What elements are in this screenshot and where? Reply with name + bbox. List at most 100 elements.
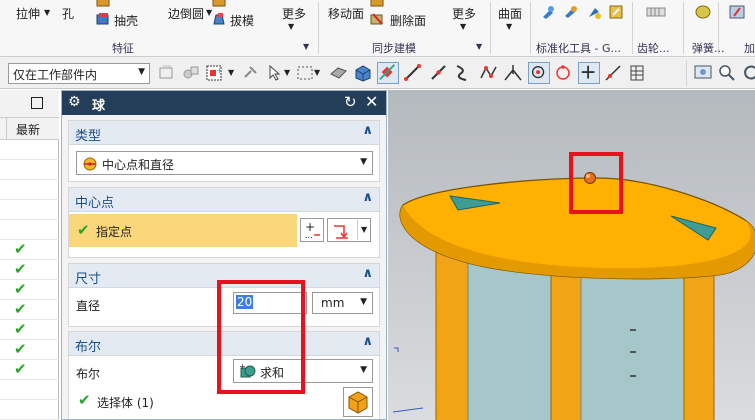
point-on-face-icon[interactable] <box>626 62 648 84</box>
addon-icon[interactable] <box>728 4 746 20</box>
point-type-dropdown[interactable]: ▼ <box>327 218 371 242</box>
table-row[interactable]: ✔ <box>0 260 59 280</box>
weld-icon[interactable] <box>586 4 602 20</box>
fastener-icon[interactable] <box>540 4 556 20</box>
delete-face-icon[interactable] <box>370 12 384 26</box>
select-body-button[interactable] <box>343 387 373 417</box>
surface-button[interactable]: 曲面 <box>498 5 522 22</box>
specify-point-row[interactable]: ✔ 指定点 <box>69 214 297 247</box>
curve-point-icon[interactable] <box>452 62 474 84</box>
rectangle-select-icon[interactable] <box>294 62 316 84</box>
center-section-title: 中心点 <box>75 196 115 211</box>
column-header-latest[interactable]: 最新 <box>16 121 40 138</box>
pointer-dropdown-icon[interactable]: ▼ <box>284 68 290 77</box>
rotate-icon[interactable] <box>740 62 755 84</box>
pin-icon[interactable] <box>608 4 624 20</box>
reset-icon[interactable]: ↻ <box>344 93 357 111</box>
snap-filter-icon[interactable] <box>156 62 178 84</box>
check-icon: ✔ <box>14 300 27 318</box>
maximize-icon[interactable] <box>31 97 43 109</box>
endpoint-icon[interactable] <box>402 62 424 84</box>
solid-body-icon[interactable] <box>352 62 374 84</box>
type-dropdown[interactable]: 中心点和直径 ▼ <box>76 151 373 175</box>
collapse-icon[interactable]: ∧ <box>362 266 373 281</box>
pointer-icon[interactable] <box>264 62 286 84</box>
sync-more-button[interactable]: 更多 <box>452 5 476 22</box>
delete-face-button[interactable]: 删除面 <box>390 12 426 29</box>
assembly-filter-icon[interactable] <box>180 62 202 84</box>
surface-dropdown-icon[interactable]: ▼ <box>506 22 512 31</box>
rectangle-select-dropdown-icon[interactable]: ▼ <box>314 68 320 77</box>
table-row[interactable] <box>0 180 59 200</box>
midpoint-icon[interactable] <box>428 62 450 84</box>
point-constructor-icon: +... <box>305 220 320 240</box>
move-face-button[interactable]: 移动面 <box>328 5 364 22</box>
gear-icon[interactable]: ⚙ <box>68 94 81 110</box>
group-label-gear: 齿轮... <box>637 42 670 55</box>
intersection-point-icon[interactable] <box>502 62 524 84</box>
check-icon: ✔ <box>14 360 27 378</box>
group-label-sync: 同步建模 <box>372 42 416 55</box>
control-point-icon[interactable] <box>478 62 500 84</box>
arc-center-icon[interactable] <box>528 62 550 84</box>
table-row[interactable] <box>0 140 59 160</box>
link-icon[interactable] <box>240 62 262 84</box>
dialog-title-bar[interactable]: ⚙ 球 ↻ ✕ <box>62 91 386 115</box>
table-row[interactable] <box>0 160 59 180</box>
table-row[interactable]: ✔ <box>0 240 59 260</box>
point-on-curve-icon[interactable] <box>602 62 624 84</box>
table-row[interactable]: ✔ <box>0 300 59 320</box>
type-section-header[interactable]: 类型 ∧ <box>69 121 379 145</box>
table-row[interactable] <box>0 200 59 220</box>
existing-point-icon[interactable] <box>578 62 600 84</box>
table-row[interactable] <box>0 400 59 420</box>
zoom-icon[interactable] <box>716 62 738 84</box>
hole-button[interactable]: 孔 <box>62 5 74 22</box>
extrude-dropdown-icon[interactable]: ▼ <box>44 8 50 17</box>
navigator-header <box>0 90 59 118</box>
unit-dropdown[interactable]: mm ▼ <box>312 292 373 314</box>
table-row[interactable]: ✔ <box>0 340 59 360</box>
table-row[interactable] <box>0 220 59 240</box>
shape-icon[interactable] <box>96 0 110 8</box>
bolt-icon[interactable] <box>563 4 579 20</box>
draft-icon[interactable] <box>212 12 226 26</box>
table-row[interactable]: ✔ <box>0 360 59 380</box>
extrude-button[interactable]: 拉伸 <box>16 5 40 22</box>
collapse-icon[interactable]: ∧ <box>362 190 373 205</box>
diameter-label: 直径 <box>76 299 101 313</box>
chevron-down-icon: ▼ <box>138 67 145 77</box>
fit-view-icon[interactable] <box>692 62 714 84</box>
table-row[interactable]: ✔ <box>0 280 59 300</box>
group-expand-icon[interactable]: ▼ <box>303 42 309 51</box>
collapse-icon[interactable]: ∧ <box>362 334 373 349</box>
feature-more-button[interactable]: 更多 <box>282 5 306 22</box>
graphics-viewport[interactable] <box>388 90 755 420</box>
check-icon: ✔ <box>14 320 27 338</box>
shell-icon[interactable] <box>96 12 110 26</box>
spring-icon[interactable] <box>694 4 712 20</box>
point-dialog-button[interactable]: +... <box>300 218 324 242</box>
replace-face-icon[interactable] <box>370 0 384 8</box>
chamfer-icon[interactable] <box>212 0 226 8</box>
sync-more-dropdown-icon[interactable]: ▼ <box>460 22 466 31</box>
view-orient-icon[interactable] <box>328 62 350 84</box>
edge-blend-button[interactable]: 边倒圆 <box>168 5 204 22</box>
table-row[interactable]: ✔ <box>0 320 59 340</box>
center-section-header[interactable]: 中心点 ∧ <box>69 188 379 212</box>
feature-more-dropdown-icon[interactable]: ▼ <box>288 22 294 31</box>
quadrant-point-icon[interactable] <box>552 62 574 84</box>
chevron-down-icon: ▼ <box>360 157 367 167</box>
table-row[interactable] <box>0 380 59 400</box>
shell-button[interactable]: 抽壳 <box>114 12 138 29</box>
collapse-icon[interactable]: ∧ <box>362 123 373 138</box>
highlight-box-inputs <box>217 280 305 394</box>
selection-scope-dropdown[interactable]: 仅在工作部件内 ▼ <box>8 63 150 84</box>
select-feature-icon[interactable]: + <box>204 62 226 84</box>
group-expand-icon[interactable]: ▼ <box>476 42 482 51</box>
gear-icon[interactable] <box>645 4 667 20</box>
close-icon[interactable]: ✕ <box>365 92 378 111</box>
snap-on-icon[interactable] <box>377 62 399 84</box>
select-feature-dropdown-icon[interactable]: ▼ <box>228 68 234 77</box>
draft-button[interactable]: 拔模 <box>230 12 254 29</box>
